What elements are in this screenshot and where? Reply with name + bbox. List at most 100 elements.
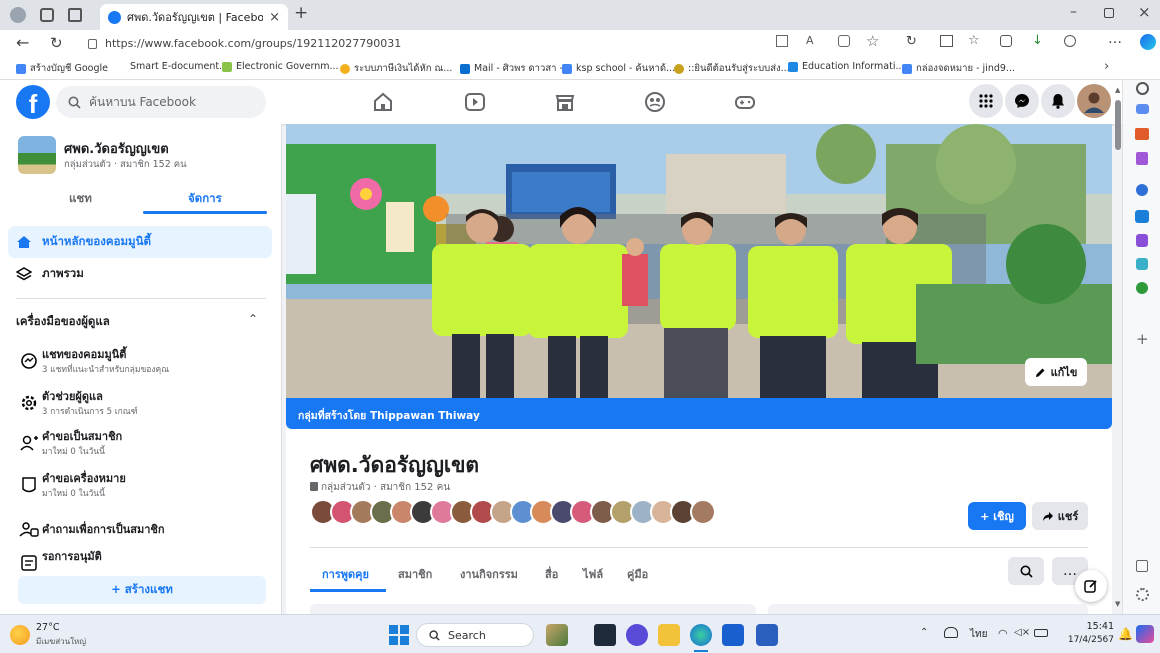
favorite-item[interactable]: Smart E-document... (130, 61, 228, 72)
favorite-star-icon[interactable]: ☆ (866, 32, 879, 50)
groups-icon[interactable] (641, 88, 669, 116)
facebook-logo-icon[interactable]: f (16, 85, 50, 119)
clock-date[interactable]: 17/4/2567 (1056, 635, 1114, 645)
tool-member-requests[interactable]: คำขอเป็นสมาชิก มาใหม่ 0 ในวันนี้ (16, 426, 266, 462)
create-chat-button[interactable]: + สร้างแชท (18, 576, 266, 604)
office-icon[interactable] (1136, 282, 1148, 294)
tool-admin-assist[interactable]: ตัวช่วยผู้ดูแล 3 การดำเนินการ 5 เกณฑ์ (16, 386, 266, 422)
weather-desc[interactable]: มีเมฆส่วนใหญ่ (36, 635, 86, 648)
favorite-item[interactable]: Education Informati... (788, 61, 905, 72)
close-tab-icon[interactable]: × (269, 10, 280, 25)
member-avatars[interactable] (310, 499, 716, 529)
scroll-up-icon[interactable]: ▲ (1115, 86, 1120, 94)
battery-icon[interactable] (1034, 629, 1048, 637)
group-name[interactable]: ศพด.วัดอรัญญเขต (64, 138, 169, 159)
drop-icon[interactable] (1136, 258, 1148, 270)
games-icon[interactable] (1136, 184, 1148, 196)
more-icon[interactable]: … (1108, 31, 1122, 47)
tab-events[interactable]: งานกิจกรรม (460, 565, 518, 583)
favorite-item[interactable]: Electronic Governm... (222, 61, 339, 72)
group-thumbnail[interactable] (18, 136, 56, 174)
avatar[interactable] (690, 499, 716, 525)
favorite-item[interactable]: กล่องจดหมาย - jind9... (902, 61, 1015, 76)
downloads-icon[interactable]: ↓ (1032, 33, 1043, 48)
tool-pending-approval[interactable]: รอการอนุมัติ (16, 546, 266, 572)
address-field[interactable]: https://www.facebook.com/groups/19211202… (88, 33, 748, 54)
task-view-icon[interactable] (594, 624, 616, 646)
weather-temp[interactable]: 27°C (36, 622, 59, 633)
widgets-icon[interactable] (546, 624, 568, 646)
refresh-icon[interactable]: ↻ (50, 34, 63, 52)
sidebar-item-overview[interactable]: ภาพรวม (8, 258, 272, 290)
split-screen-icon[interactable] (940, 35, 953, 47)
refresh-tab-icon[interactable]: ↻ (906, 34, 917, 49)
back-icon[interactable]: ← (16, 33, 29, 52)
store-icon[interactable] (722, 624, 744, 646)
tab-guides[interactable]: คู่มือ (627, 565, 648, 583)
extensions-icon[interactable] (1064, 35, 1076, 47)
input-language[interactable]: ไทย (970, 627, 987, 642)
new-message-button[interactable] (1075, 570, 1107, 602)
group-cover-photo[interactable] (286, 124, 1112, 398)
group-search-button[interactable] (1008, 557, 1044, 585)
tab-actions-icon[interactable] (68, 8, 82, 22)
search-icon[interactable] (1136, 82, 1149, 95)
edge-browser-icon[interactable] (690, 624, 712, 646)
page-scrollbar[interactable]: ▲ ▼ (1114, 84, 1122, 614)
tab-files[interactable]: ไฟล์ (583, 565, 603, 583)
profile-icon[interactable] (10, 7, 26, 23)
menu-grid-icon[interactable] (969, 84, 1003, 118)
favorite-item[interactable]: สร้างบัญชี Google (16, 61, 108, 76)
favorite-item[interactable]: ::ยินดีต้อนรับสู่ระบบส่ง... (674, 61, 790, 76)
new-tab-icon[interactable]: + (294, 3, 308, 23)
copilot-taskbar-icon[interactable] (1136, 625, 1154, 643)
app-available-icon[interactable] (776, 35, 788, 47)
word-icon[interactable] (756, 624, 778, 646)
reader-icon[interactable] (838, 35, 850, 47)
tab-manage[interactable]: จัดการ (188, 190, 222, 208)
speaker-muted-icon[interactable]: ◁× (1014, 627, 1030, 638)
tool-community-chats[interactable]: แชทของคอมมูนิตี้ 3 แชทที่แนะนำสำหรับกลุ่… (16, 344, 266, 380)
add-icon[interactable]: + (1136, 330, 1149, 348)
tab-members[interactable]: สมาชิก (398, 565, 432, 583)
clock-time[interactable]: 15:41 (1074, 621, 1114, 632)
tools-icon[interactable] (1136, 152, 1148, 165)
weather-icon[interactable] (10, 625, 30, 645)
facebook-search-input[interactable]: ค้นหาบน Facebook (56, 86, 266, 118)
screenshot-icon[interactable] (1136, 560, 1148, 572)
favorites-icon[interactable]: ☆ (968, 33, 980, 48)
avatar[interactable] (1077, 84, 1111, 118)
onedrive-icon[interactable] (944, 627, 958, 638)
close-window-icon[interactable]: × (1138, 3, 1151, 21)
created-by-text[interactable]: กลุ่มที่สร้างโดย Thippawan Thiway (298, 410, 480, 422)
browser-tab[interactable]: ศพด.วัดอรัญญเขต | Facebook × (100, 4, 288, 30)
home-icon[interactable] (369, 88, 397, 116)
favorite-item[interactable]: Mail - ศิวพร ดาวสา -... (460, 61, 572, 76)
copilot-icon[interactable] (1140, 34, 1156, 50)
tab-chat[interactable]: แชท (69, 190, 92, 208)
chevron-right-icon[interactable]: › (1104, 59, 1109, 74)
tab-discussion[interactable]: การพูดคุย (322, 565, 369, 583)
tab-media[interactable]: สื่อ (545, 565, 558, 583)
taskbar-search-input[interactable]: Search (416, 623, 534, 647)
settings-gear-icon[interactable] (1136, 588, 1149, 601)
restore-icon[interactable] (1104, 8, 1114, 18)
notification-bell-icon[interactable]: 🔔 (1118, 627, 1133, 641)
marketplace-icon[interactable] (551, 88, 579, 116)
video-icon[interactable] (461, 88, 489, 116)
invite-button[interactable]: + เชิญ (968, 502, 1026, 530)
wifi-icon[interactable]: ◠ (998, 627, 1008, 640)
share-button[interactable]: แชร์ (1032, 502, 1088, 530)
tool-badge-requests[interactable]: คำขอเครื่องหมาย มาใหม่ 0 ในวันนี้ (16, 468, 266, 504)
shopping-icon[interactable] (1135, 128, 1149, 140)
collections-diamond-icon[interactable] (1136, 104, 1149, 114)
workspaces-icon[interactable] (40, 8, 54, 22)
favorite-item[interactable]: ระบบภาษีเงินได้หัก ณ... (340, 61, 452, 76)
sidebar-item-community-home[interactable]: หน้าหลักของคอมมูนิตี้ (8, 226, 272, 258)
file-explorer-icon[interactable] (658, 624, 680, 646)
outlook-icon[interactable] (1135, 210, 1149, 223)
tray-chevron-up-icon[interactable]: ⌃ (920, 627, 928, 638)
scroll-down-icon[interactable]: ▼ (1115, 600, 1120, 608)
scroll-thumb[interactable] (1115, 100, 1121, 150)
designer-icon[interactable] (1136, 234, 1148, 247)
